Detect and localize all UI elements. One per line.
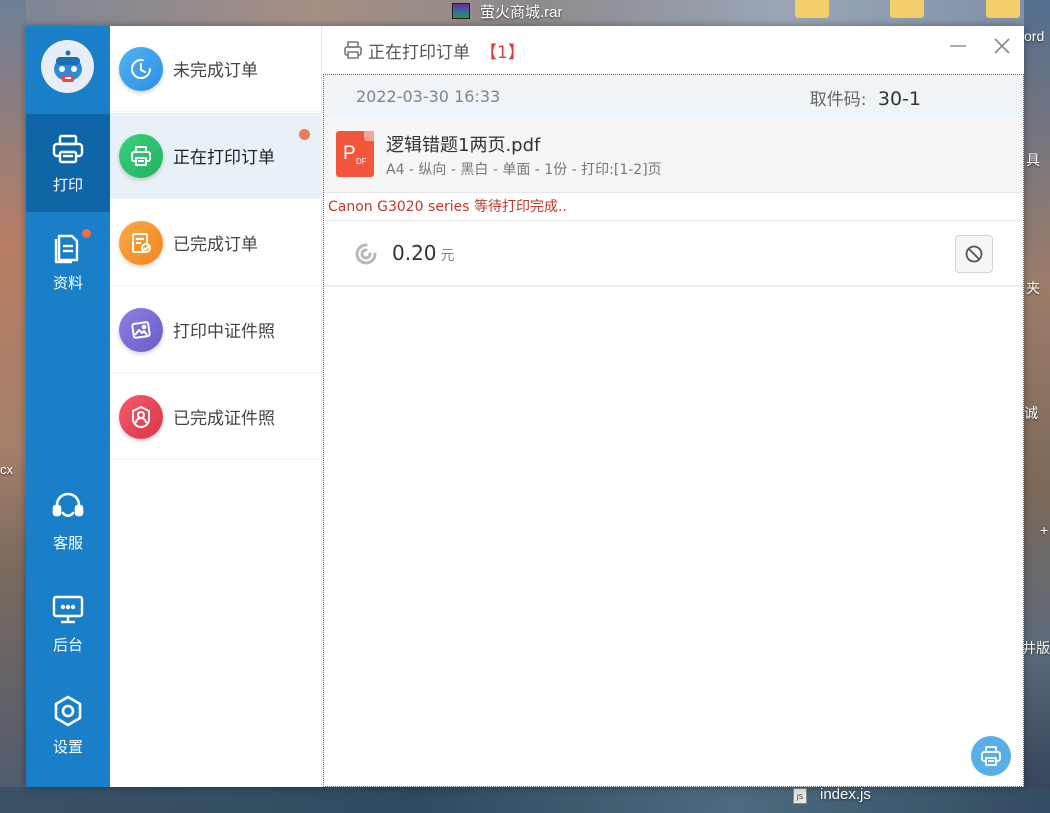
cancel-icon <box>965 245 983 263</box>
cancel-order-button[interactable] <box>955 235 993 273</box>
nav-label: 后台 <box>52 635 83 654</box>
pdf-file-icon: P DF <box>336 131 374 177</box>
clock-icon <box>119 46 163 91</box>
close-button[interactable] <box>988 32 1016 60</box>
rar-file-icon[interactable] <box>452 3 470 19</box>
page-title: 正在打印订单 <box>368 42 470 63</box>
close-icon <box>994 38 1010 54</box>
printer-icon <box>981 746 1001 766</box>
notification-dot <box>299 129 310 140</box>
minimize-button[interactable] <box>944 32 972 60</box>
file-print-settings: A4 - 纵向 - 黑白 - 单面 - 1份 - 打印:[1-2]页 <box>386 162 662 178</box>
printer-icon <box>344 41 362 59</box>
avatar[interactable] <box>41 40 94 93</box>
desktop-file-rar[interactable]: 萤火商城.rar <box>480 1 563 22</box>
checklist-icon <box>119 220 163 265</box>
pickup-code-label: 取件码: <box>809 90 867 110</box>
print-action-button[interactable] <box>971 736 1011 776</box>
minimize-icon <box>950 45 966 47</box>
printer-status: Canon G3020 series 等待打印完成.. <box>324 193 1023 221</box>
desktop-folder-icon[interactable] <box>986 0 1020 18</box>
menu-item-label: 已完成证件照 <box>173 409 275 429</box>
monitor-icon <box>52 595 84 623</box>
desktop-left-strip <box>0 0 26 813</box>
nav-item-settings[interactable]: 设置 <box>26 680 110 770</box>
desktop-folder-icon[interactable] <box>890 0 924 18</box>
page-header: 正在打印订单 【1】 <box>323 26 1024 74</box>
price-row: 0.20 元 <box>324 221 1023 287</box>
file-name: 逻辑错题1两页.pdf <box>386 135 541 156</box>
menu-item-label: 打印中证件照 <box>173 322 275 342</box>
spinner-icon <box>355 243 377 265</box>
order-count: 【1】 <box>480 42 525 63</box>
file-row[interactable]: P DF 逻辑错题1两页.pdf A4 - 纵向 - 黑白 - 单面 - 1份 -… <box>324 117 1023 193</box>
desktop-fragment: 夹 <box>1026 280 1040 296</box>
desktop-file-js[interactable]: index.js <box>820 786 871 803</box>
order-menu: 未完成订单 正在打印订单 已完成订单 打印中证件照 已完成证件照 <box>110 26 322 787</box>
nav-label: 资料 <box>52 273 83 292</box>
menu-item-label: 已完成订单 <box>173 235 258 255</box>
nav-item-backend[interactable]: 后台 <box>26 578 110 668</box>
menu-item-completed-id-photos[interactable]: 已完成证件照 <box>110 374 322 460</box>
menu-item-printing-id-photos[interactable]: 打印中证件照 <box>110 287 322 373</box>
nav-label: 设置 <box>52 737 83 756</box>
desktop-bottom-strip <box>0 787 1050 813</box>
js-file-icon[interactable]: JS <box>793 788 807 804</box>
order-datetime: 2022-03-30 16:33 <box>356 86 501 106</box>
photo-icon <box>119 307 163 352</box>
order-header: 2022-03-30 16:33 取件码: 30-1 <box>324 75 1023 117</box>
desktop-fragment: + <box>1040 522 1049 538</box>
settings-icon <box>54 695 82 726</box>
robot-avatar-icon <box>53 50 82 82</box>
nav-item-materials[interactable]: 资料 <box>26 212 110 310</box>
nav-item-support[interactable]: 客服 <box>26 476 110 566</box>
menu-item-label: 未完成订单 <box>173 61 258 81</box>
menu-item-label: 正在打印订单 <box>173 148 275 168</box>
document-icon <box>54 234 79 263</box>
menu-item-printing-orders[interactable]: 正在打印订单 <box>110 113 322 199</box>
notification-dot <box>82 229 91 238</box>
printer-icon <box>52 134 84 163</box>
nav-item-print[interactable]: 打印 <box>26 114 110 212</box>
order-price: 0.20 元 <box>392 241 455 265</box>
printer-icon <box>119 133 163 178</box>
main-content: 正在打印订单 【1】 2022-03-30 16:33 取件码: 30-1 PD… <box>323 26 1024 787</box>
desktop-fragment: ord <box>1024 28 1045 44</box>
menu-item-completed-orders[interactable]: 已完成订单 <box>110 200 322 286</box>
left-nav: 打印 资料 客服 后台 设置 <box>26 26 110 787</box>
desktop-fragment: 诚 <box>1024 405 1038 421</box>
desktop-folder-icon[interactable] <box>795 0 829 18</box>
pickup-code: 取件码: 30-1 <box>810 85 921 110</box>
price-unit: 元 <box>440 248 455 264</box>
desktop-fragment: 井版 <box>1022 640 1050 656</box>
print-app-window: 打印 资料 客服 后台 设置 未完成订单 正在打印订单 已完成订单 打印中证件照… <box>26 26 1024 787</box>
nav-label: 打印 <box>52 175 83 194</box>
menu-item-unfinished-orders[interactable]: 未完成订单 <box>110 26 322 112</box>
order-panel: 2022-03-30 16:33 取件码: 30-1 P DF 逻辑错题1两页.p… <box>323 74 1024 787</box>
pickup-code-value: 30-1 <box>877 88 921 110</box>
headset-icon <box>52 492 84 517</box>
desktop-fragment: cx <box>0 462 13 477</box>
price-value: 0.20 <box>392 241 437 265</box>
desktop-fragment: 具 <box>1026 152 1040 168</box>
portrait-icon <box>119 394 163 439</box>
nav-label: 客服 <box>52 533 83 552</box>
